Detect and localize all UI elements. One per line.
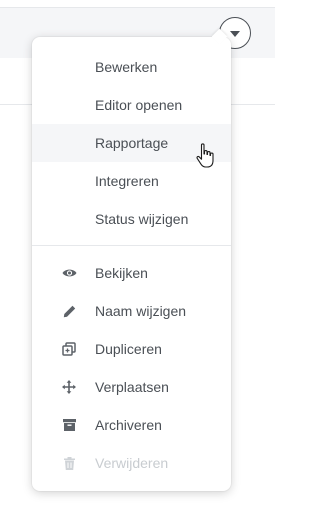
- duplicate-icon: [61, 341, 77, 357]
- menu-item-integreren[interactable]: Integreren: [32, 162, 231, 200]
- menu-item-label: Rapportage: [95, 135, 169, 151]
- menu-item-label: Naam wijzigen: [95, 303, 187, 319]
- menu-item-label: Dupliceren: [95, 341, 162, 357]
- menu-item-verwijderen[interactable]: Verwijderen: [32, 444, 231, 482]
- actions-dropdown-menu: Bewerken Editor openen Rapportage Integr…: [32, 37, 231, 491]
- menu-item-label: Verplaatsen: [95, 379, 169, 395]
- page: Bewerken Editor openen Rapportage Integr…: [0, 0, 275, 509]
- menu-item-status-wijzigen[interactable]: Status wijzigen: [32, 200, 231, 238]
- trash-icon: [61, 455, 77, 471]
- menu-divider: [32, 245, 231, 246]
- menu-item-label: Editor openen: [95, 97, 183, 113]
- menu-item-label: Integreren: [95, 173, 159, 189]
- menu-item-rapportage[interactable]: Rapportage: [32, 124, 231, 162]
- menu-item-label: Bewerken: [95, 59, 158, 75]
- menu-item-label: Bekijken: [95, 265, 148, 281]
- menu-item-naam-wijzigen[interactable]: Naam wijzigen: [32, 292, 231, 330]
- archive-icon: [61, 417, 77, 433]
- eye-icon: [61, 265, 77, 281]
- list-row-edge: [0, 0, 275, 8]
- menu-item-label: Status wijzigen: [95, 211, 189, 227]
- menu-item-label: Archiveren: [95, 417, 162, 433]
- menu-item-label: Verwijderen: [95, 455, 169, 471]
- menu-item-editor-openen[interactable]: Editor openen: [32, 86, 231, 124]
- menu-item-dupliceren[interactable]: Dupliceren: [32, 330, 231, 368]
- move-icon: [61, 379, 77, 395]
- menu-item-bekijken[interactable]: Bekijken: [32, 254, 231, 292]
- menu-item-verplaatsen[interactable]: Verplaatsen: [32, 368, 231, 406]
- pencil-icon: [61, 303, 77, 319]
- chevron-down-icon: [230, 24, 240, 42]
- menu-item-bewerken[interactable]: Bewerken: [32, 48, 231, 86]
- menu-item-archiveren[interactable]: Archiveren: [32, 406, 231, 444]
